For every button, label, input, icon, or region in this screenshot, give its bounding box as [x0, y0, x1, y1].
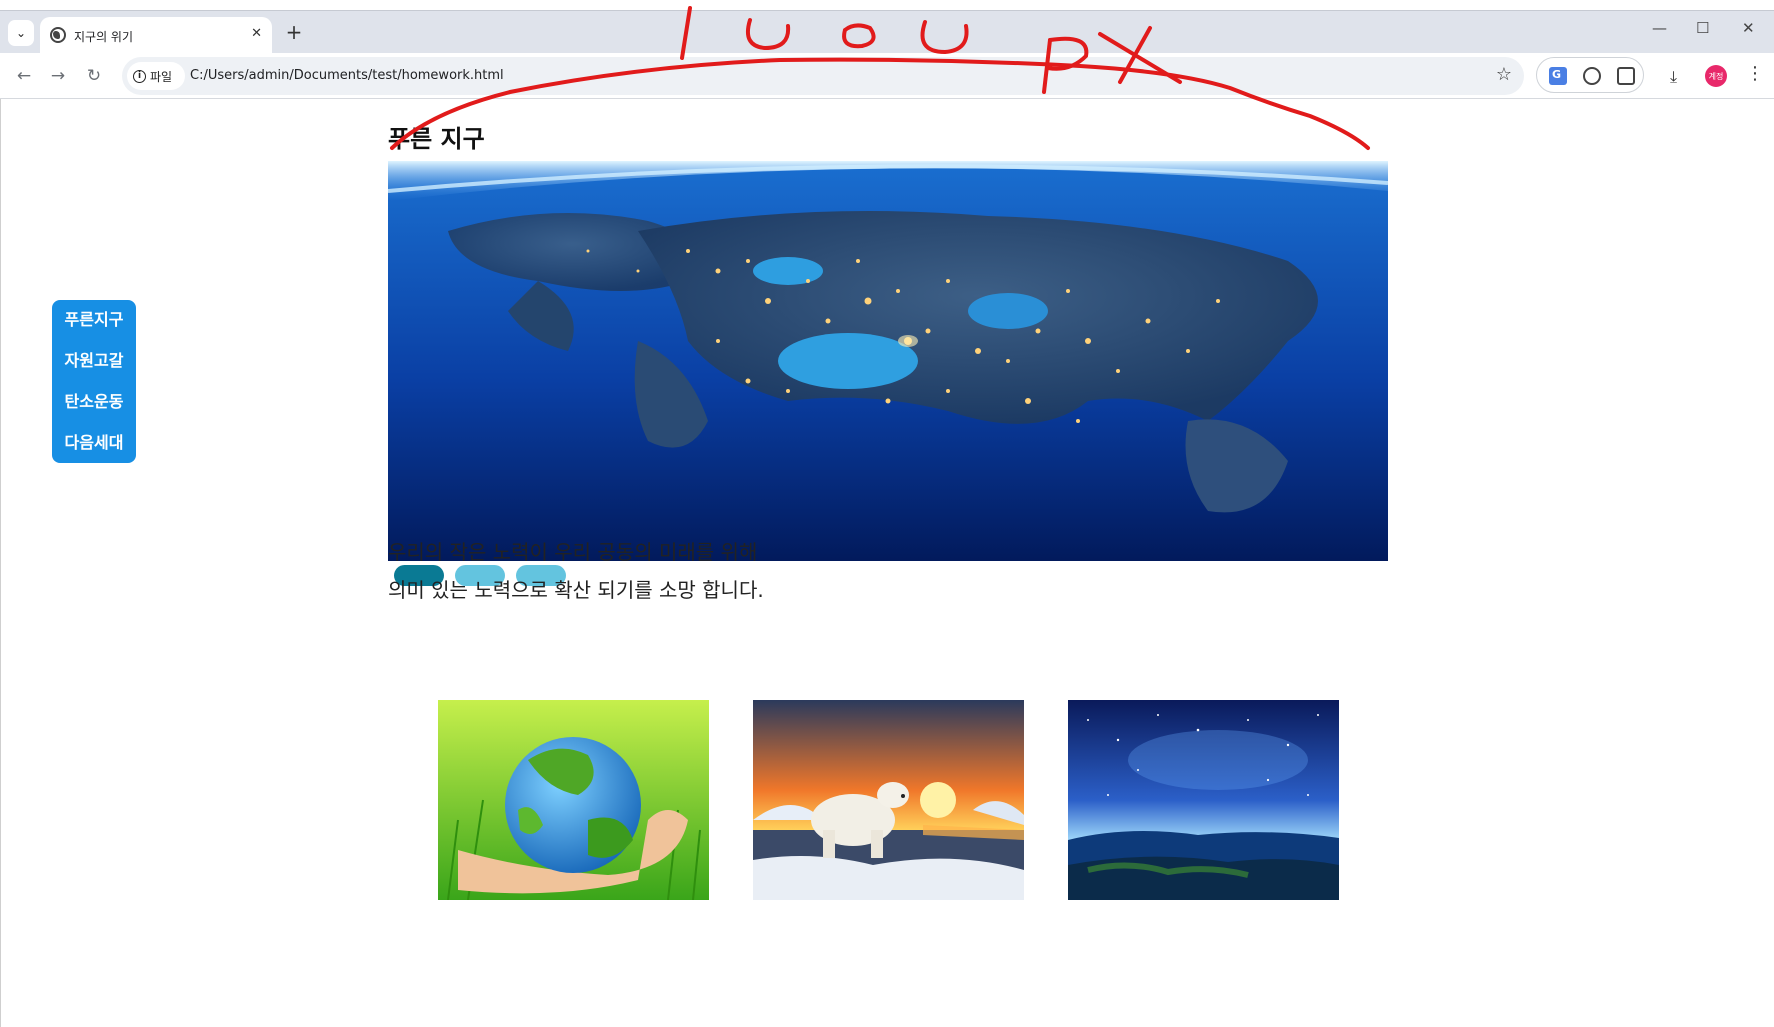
- maximize-button[interactable]: ☐: [1696, 19, 1709, 37]
- polar-bear-sunset-ice-image: [753, 700, 1024, 900]
- new-tab-button[interactable]: +: [282, 20, 306, 44]
- hero-earth-night-europe-image: [388, 161, 1388, 561]
- tab-close-icon[interactable]: ✕: [251, 26, 262, 41]
- back-arrow-icon: ←: [16, 66, 32, 86]
- forward-arrow-icon: →: [50, 66, 66, 86]
- starry-sky-horizon-image: [1068, 700, 1339, 900]
- side-nav-item-next-generation[interactable]: 다음세대: [52, 429, 136, 470]
- intro-line-2: 의미 있는 노력으로 확산 되기를 소망 합니다.: [388, 578, 764, 602]
- page-title: 푸른 지구: [388, 125, 485, 153]
- sync-extension-icon[interactable]: [1583, 67, 1601, 85]
- page-viewport: 푸른지구 자원고갈 탄소운동 다음세대 푸른 지구 우리의 작은 노력이 우리 …: [0, 99, 1774, 1027]
- side-nav-item-carbon-movement[interactable]: 탄소운동: [52, 388, 136, 429]
- close-window-button[interactable]: ✕: [1742, 19, 1755, 37]
- browser-toolbar: ← → ↻ i 파일 C:/Users/admin/Documents/test…: [0, 53, 1774, 99]
- forward-button[interactable]: →: [46, 64, 70, 88]
- tab-title: 지구의 위기: [74, 30, 134, 44]
- translate-extension-icon[interactable]: [1549, 67, 1567, 85]
- minimize-button[interactable]: —: [1652, 19, 1667, 37]
- tab-strip: ⌄ 지구의 위기 ✕ + — ☐ ✕: [0, 10, 1774, 55]
- side-nav-item-blue-earth[interactable]: 푸른지구: [52, 306, 136, 347]
- profile-avatar[interactable]: 계정: [1705, 65, 1727, 87]
- more-menu-icon[interactable]: ⋮: [1746, 63, 1764, 84]
- reload-button[interactable]: ↻: [82, 64, 106, 88]
- hand-holding-green-globe-image: [438, 700, 709, 900]
- intro-line-1: 우리의 작은 노력이 우리 공동의 미래를 위해: [388, 540, 758, 564]
- site-info-chip[interactable]: i 파일: [127, 62, 185, 90]
- site-chip-label: 파일: [150, 69, 173, 84]
- browser-window: ⌄ 지구의 위기 ✕ + — ☐ ✕ ← → ↻ i 파일 C:/Users/a…: [0, 0, 1774, 1027]
- bookmark-star-icon[interactable]: ☆: [1496, 64, 1512, 85]
- url-text[interactable]: C:/Users/admin/Documents/test/homework.h…: [190, 68, 504, 83]
- side-nav-item-resource-depletion[interactable]: 자원고갈: [52, 347, 136, 388]
- chevron-down-icon: ⌄: [15, 26, 27, 40]
- active-tab[interactable]: 지구의 위기 ✕: [40, 17, 272, 55]
- reload-icon: ↻: [86, 66, 102, 86]
- side-nav: 푸른지구 자원고갈 탄소운동 다음세대: [52, 300, 136, 463]
- back-button[interactable]: ←: [12, 64, 36, 88]
- extensions-puzzle-icon[interactable]: [1617, 67, 1635, 85]
- download-icon[interactable]: ⤓: [1670, 67, 1677, 87]
- tab-search-button[interactable]: ⌄: [8, 20, 34, 46]
- info-icon: i: [133, 69, 146, 83]
- globe-icon: [50, 27, 66, 43]
- extensions-group: [1536, 57, 1644, 93]
- address-bar[interactable]: i 파일 C:/Users/admin/Documents/test/homew…: [122, 57, 1524, 95]
